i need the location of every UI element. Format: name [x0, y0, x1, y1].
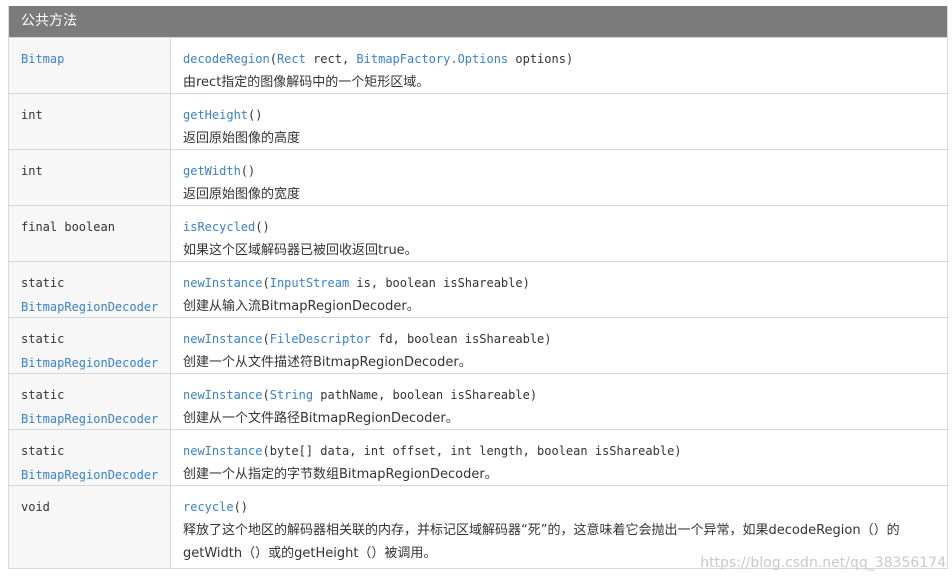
- return-type-cell: static BitmapRegionDecoder: [9, 262, 171, 317]
- return-type-link[interactable]: BitmapRegionDecoder: [21, 407, 170, 431]
- return-type: final boolean: [21, 220, 115, 234]
- param-type-link[interactable]: FileDescriptor: [270, 332, 371, 346]
- table-row: static BitmapRegionDecoder newInstance(Inp…: [9, 261, 947, 317]
- param-text: options): [508, 52, 574, 66]
- signature-paren: (: [262, 388, 270, 402]
- method-cell: getHeight() 返回原始图像的高度: [171, 94, 947, 149]
- method-description: 如果这个区域解码器已被回收返回true。: [183, 243, 418, 258]
- table-row: final boolean isRecycled() 如果这个区域解码器已被回收返回…: [9, 205, 947, 261]
- return-type: int: [21, 164, 43, 178]
- return-type-cell: static BitmapRegionDecoder: [9, 374, 171, 429]
- method-cell: isRecycled() 如果这个区域解码器已被回收返回true。: [171, 206, 947, 261]
- method-signature: newInstance(byte[] data, int offset, int…: [183, 439, 935, 463]
- signature-paren: (): [240, 164, 256, 178]
- param-text: byte[] data, int offset, int length, boo…: [269, 444, 682, 458]
- param-type-link[interactable]: InputStream: [270, 276, 349, 290]
- method-name-link[interactable]: getWidth: [183, 164, 241, 178]
- method-cell: newInstance(FileDescriptor fd, boolean i…: [171, 318, 947, 373]
- signature-paren: (: [262, 276, 270, 290]
- watermark: https://blog.csdn.net/qq_38356174: [700, 555, 946, 571]
- method-name-link[interactable]: newInstance: [183, 332, 262, 346]
- table-row: static BitmapRegionDecoder newInstance(Str…: [9, 373, 947, 429]
- method-cell: newInstance(InputStream is, boolean isSh…: [171, 262, 947, 317]
- method-name-link[interactable]: newInstance: [183, 276, 262, 290]
- return-type: static: [21, 444, 65, 458]
- signature-paren: (: [269, 52, 277, 66]
- method-description: 创建从输入流BitmapRegionDecoder。: [183, 299, 420, 314]
- return-type: void: [21, 500, 50, 514]
- signature-paren: (): [233, 500, 249, 514]
- method-signature: newInstance(InputStream is, boolean isSh…: [183, 271, 935, 295]
- method-name-link[interactable]: newInstance: [183, 444, 262, 458]
- method-rows: Bitmap decodeRegion(Rect rect, BitmapFact…: [9, 37, 947, 569]
- method-signature: newInstance(FileDescriptor fd, boolean i…: [183, 327, 935, 351]
- param-type-link[interactable]: BitmapFactory.Options: [356, 52, 508, 66]
- method-description: 由rect指定的图像解码中的一个矩形区域。: [183, 75, 430, 90]
- param-text: pathName, boolean isShareable): [313, 388, 538, 402]
- return-type: int: [21, 108, 43, 122]
- return-type-link[interactable]: BitmapRegionDecoder: [21, 295, 170, 319]
- return-type[interactable]: Bitmap: [21, 47, 170, 71]
- table-header-title: 公共方法: [21, 13, 77, 29]
- method-signature: getWidth(): [183, 159, 935, 183]
- method-name-link[interactable]: recycle: [183, 500, 234, 514]
- table-row: int getHeight() 返回原始图像的高度: [9, 93, 947, 149]
- return-type-cell: Bitmap: [9, 38, 171, 93]
- table-row: static BitmapRegionDecoder newInstance(Fil…: [9, 317, 947, 373]
- signature-paren: (: [262, 444, 270, 458]
- table-row: Bitmap decodeRegion(Rect rect, BitmapFact…: [9, 37, 947, 93]
- method-signature: isRecycled(): [183, 215, 935, 239]
- method-cell: decodeRegion(Rect rect, BitmapFactory.Op…: [171, 38, 947, 93]
- method-cell: newInstance(byte[] data, int offset, int…: [171, 430, 947, 485]
- return-type-link[interactable]: BitmapRegionDecoder: [21, 351, 170, 375]
- table-row: int getWidth() 返回原始图像的宽度: [9, 149, 947, 205]
- return-type-cell: int: [9, 150, 171, 205]
- method-name-link[interactable]: isRecycled: [183, 220, 255, 234]
- method-cell: getWidth() 返回原始图像的宽度: [171, 150, 947, 205]
- return-type-cell: static BitmapRegionDecoder: [9, 318, 171, 373]
- public-methods-table: 公共方法 Bitmap decodeRegion(Rect rect, Bitma…: [8, 6, 948, 569]
- param-type-link[interactable]: String: [270, 388, 313, 402]
- method-cell: newInstance(String pathName, boolean isS…: [171, 374, 947, 429]
- method-name-link[interactable]: newInstance: [183, 388, 262, 402]
- return-type-cell: void: [9, 486, 171, 568]
- param-text: is, boolean isShareable): [349, 276, 530, 290]
- return-type-cell: final boolean: [9, 206, 171, 261]
- return-type: static: [21, 332, 65, 346]
- method-description: 返回原始图像的高度: [183, 131, 301, 146]
- param-type-link[interactable]: Rect: [277, 52, 306, 66]
- method-description: 创建从一个文件路径BitmapRegionDecoder。: [183, 411, 459, 426]
- method-description: 返回原始图像的宽度: [183, 187, 301, 202]
- method-name-link[interactable]: getHeight: [183, 108, 248, 122]
- return-type-cell: int: [9, 94, 171, 149]
- method-signature: decodeRegion(Rect rect, BitmapFactory.Op…: [183, 47, 935, 71]
- return-type: static: [21, 388, 65, 402]
- method-description: 创建一个从指定的字节数组BitmapRegionDecoder。: [183, 467, 498, 482]
- method-description: 创建一个从文件描述符BitmapRegionDecoder。: [183, 355, 472, 370]
- method-signature: getHeight(): [183, 103, 935, 127]
- method-signature: newInstance(String pathName, boolean isS…: [183, 383, 935, 407]
- return-type-link[interactable]: BitmapRegionDecoder: [21, 463, 170, 487]
- method-signature: recycle(): [183, 495, 935, 519]
- signature-paren: (): [255, 220, 270, 234]
- param-text: rect,: [305, 52, 357, 66]
- param-text: fd, boolean isShareable): [370, 332, 552, 346]
- method-name-link[interactable]: decodeRegion: [183, 52, 270, 66]
- signature-paren: (): [248, 108, 263, 122]
- return-type: static: [21, 276, 65, 290]
- table-header: 公共方法: [9, 6, 947, 37]
- return-type-cell: static BitmapRegionDecoder: [9, 430, 171, 485]
- table-row: static BitmapRegionDecoder newInstance(byt…: [9, 429, 947, 485]
- signature-paren: (: [262, 332, 270, 346]
